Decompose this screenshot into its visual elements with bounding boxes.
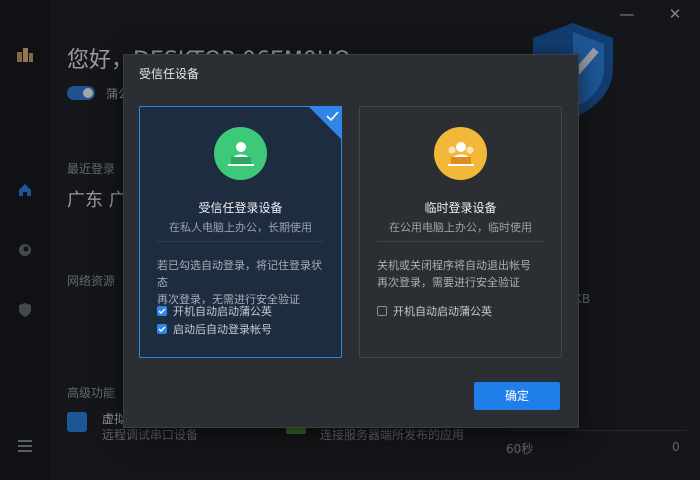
check-icon[interactable] [157,324,167,334]
selected-corner-check-icon [308,106,342,140]
desc-line-2: 再次登录，需要进行安全验证 [377,276,520,289]
temporary-users-icon [434,127,487,180]
card-divider [157,241,324,242]
card-subtitle: 在私人电脑上办公，长期使用 [169,221,312,234]
checkbox-label: 开机自动启动蒲公英 [393,305,492,318]
dialog-title: 受信任设备 [139,67,200,81]
auto-login-checkbox[interactable]: 启动后自动登录帐号 [157,321,272,337]
check-icon[interactable] [157,306,167,316]
checkbox-box[interactable] [377,306,387,316]
card-title: 临时登录设备 [424,201,497,215]
checkbox-label: 开机自动启动蒲公英 [173,305,272,318]
card-title: 受信任登录设备 [198,201,283,215]
trusted-device-dialog: 受信任设备 受信任登录设备 在私人电脑上办公，长期使用 若已勾选自动登录，将记住… [123,54,579,428]
trusted-user-laptop-icon [214,127,267,180]
card-subtitle: 在公用电脑上办公，临时使用 [389,221,532,234]
card-description: 关机或关闭程序将自动退出帐号 再次登录，需要进行安全验证 [377,257,547,291]
desc-line-1: 若已勾选自动登录，将记住登录状态 [157,259,322,289]
desc-line-1: 关机或关闭程序将自动退出帐号 [377,259,531,272]
confirm-button[interactable]: 确定 [474,382,560,410]
temporary-device-card[interactable]: 临时登录设备 在公用电脑上办公，临时使用 关机或关闭程序将自动退出帐号 再次登录… [359,106,562,358]
checkbox-label: 启动后自动登录帐号 [173,323,272,336]
auto-start-checkbox[interactable]: 开机自动启动蒲公英 [157,303,272,319]
card-divider [377,241,544,242]
auto-start-checkbox[interactable]: 开机自动启动蒲公英 [377,303,492,319]
trusted-device-card[interactable]: 受信任登录设备 在私人电脑上办公，长期使用 若已勾选自动登录，将记住登录状态 再… [139,106,342,358]
card-description: 若已勾选自动登录，将记住登录状态 再次登录，无需进行安全验证 [157,257,327,308]
